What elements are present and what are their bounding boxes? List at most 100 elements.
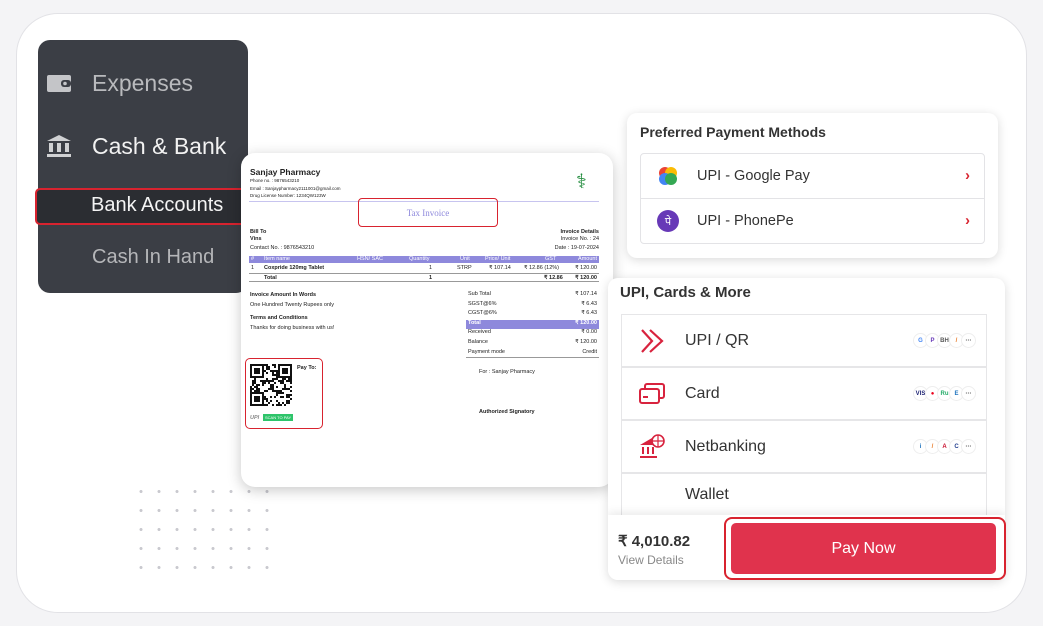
more-icon: ··· — [961, 439, 976, 454]
business-phone: Phone no. : 9876543210 — [250, 178, 300, 183]
col-header: Item name — [264, 256, 290, 262]
drug-license: Drug License Number: 1234QW123W — [250, 193, 326, 198]
customer-contact: Contact No. : 9876543210 — [250, 245, 315, 251]
summary-row: Total ₹ 120.00 — [466, 319, 599, 330]
sidebar-item-cash-in-hand[interactable]: Cash In Hand — [92, 246, 214, 269]
summary-value: ₹ 6.43 — [581, 310, 597, 317]
summary-row: Sub Total ₹ 107.14 — [466, 291, 599, 301]
method-label: UPI / QR — [685, 331, 750, 349]
qr-code-icon — [250, 364, 292, 406]
business-name: Sanjay Pharmacy — [250, 167, 321, 177]
sidebar-item-cash-bank[interactable]: Cash & Bank — [38, 131, 248, 161]
amount-words: One Hundred Twenty Rupees only — [250, 302, 334, 308]
preferred-phonepe[interactable]: पे UPI - PhonePe › — [640, 198, 985, 244]
invoice-preview: Sanjay Pharmacy Phone no. : 9876543210 E… — [241, 153, 613, 487]
terms-label: Terms and Conditions — [250, 315, 308, 321]
summary-row: SGST@6% ₹ 6.43 — [466, 301, 599, 311]
upi-icon — [641, 328, 664, 353]
sidebar-item-expenses[interactable]: Expenses — [38, 68, 248, 98]
summary-label: Received — [468, 329, 491, 336]
summary-value: ₹ 6.43 — [581, 300, 597, 307]
pay-now-label: Pay Now — [831, 539, 896, 557]
summary-value: ₹ 120.00 — [575, 319, 597, 326]
summary-label: Sub Total — [468, 291, 491, 297]
method-label: UPI - Google Pay — [697, 168, 810, 184]
customer-name: Vins — [250, 236, 262, 242]
more-title: UPI, Cards & More — [620, 284, 751, 301]
more-icon: ··· — [961, 333, 976, 348]
method-label: Wallet — [685, 486, 729, 503]
chevron-right-icon: › — [965, 213, 970, 229]
cell: Coxpride 120mg Tablet — [264, 265, 325, 271]
invoice-number: Invoice No. : 24 — [560, 236, 599, 242]
phonepe-icon: पे — [657, 210, 679, 232]
method-card[interactable]: Card VIS ● Ru E ··· — [621, 367, 987, 420]
summary-row: Received ₹ 0.00 — [466, 329, 599, 339]
more-icon: ··· — [961, 386, 976, 401]
summary-value: Credit — [582, 348, 597, 355]
col-header: GST — [545, 256, 557, 262]
business-email: Email : Sanjaypharmacy2111001@gmail.com — [250, 186, 341, 191]
tax-invoice-label: Tax Invoice — [406, 207, 450, 218]
method-label: Netbanking — [685, 437, 766, 455]
col-header: Quantity — [409, 256, 430, 262]
amount-words-label: Invoice Amount In Words — [250, 292, 317, 298]
bank-badges: i / A C ··· — [913, 439, 976, 454]
wallet-icon — [46, 74, 72, 92]
bank-globe-icon — [640, 433, 665, 458]
scan-to-pay-badge: SCAN TO PAY — [263, 414, 294, 421]
bill-to-label: Bill To — [250, 229, 267, 235]
cell: ₹ 12.86 — [544, 275, 563, 281]
sidebar-item-label: Bank Accounts — [91, 194, 224, 216]
pay-to-label: Pay To: — [297, 365, 317, 371]
col-header: HSN/ SAC — [357, 256, 383, 262]
summary-value: ₹ 120.00 — [575, 338, 597, 345]
summary-value: ₹ 107.14 — [575, 291, 597, 297]
google-pay-icon — [659, 167, 677, 185]
preferred-title: Preferred Payment Methods — [640, 124, 826, 140]
cell: 1 — [429, 265, 433, 271]
invoice-details-label: Invoice Details — [560, 229, 599, 235]
cell: Total — [264, 275, 277, 281]
summary-label: CGST@6% — [468, 310, 497, 317]
table-row: 1 Coxpride 120mg Tablet 1 STRP ₹ 107.14 … — [249, 265, 599, 273]
method-netbanking[interactable]: Netbanking i / A C ··· — [621, 420, 987, 473]
preferred-payment-card: Preferred Payment Methods UPI - Google P… — [627, 113, 998, 258]
sidebar-item-bank-accounts[interactable]: Bank Accounts — [35, 188, 250, 225]
total-amount: ₹ 4,010.82 — [618, 533, 691, 550]
bank-icon — [46, 135, 72, 157]
sidebar-item-label: Cash & Bank — [92, 132, 227, 159]
svg-text:पे: पे — [665, 215, 672, 228]
cell: ₹ 12.86 (12%) — [524, 265, 559, 271]
caduceus-logo-icon: ⚕ — [576, 171, 587, 193]
summary-row: Payment mode Credit — [466, 349, 599, 359]
upi-logo: UPI — [250, 415, 260, 421]
view-details-link[interactable]: View Details — [618, 553, 684, 567]
sidebar-item-label: Expenses — [92, 69, 194, 96]
upi-app-badges: G P BH / ··· — [913, 333, 976, 348]
card-badges: VIS ● Ru E ··· — [913, 386, 976, 401]
summary-label: SGST@6% — [468, 300, 497, 307]
cell: ₹ 120.00 — [575, 265, 597, 271]
summary-row: Balance ₹ 120.00 — [466, 339, 599, 349]
method-upi-qr[interactable]: UPI / QR G P BH / ··· — [621, 314, 987, 367]
tax-invoice-title: Tax Invoice — [358, 198, 498, 227]
col-header: Unit — [460, 256, 470, 262]
pay-now-button[interactable]: Pay Now — [731, 523, 996, 574]
for-business: For : Sanjay Pharmacy — [479, 369, 535, 375]
summary-label: Balance — [468, 338, 488, 345]
preferred-google-pay[interactable]: UPI - Google Pay › — [640, 153, 985, 199]
col-header: # — [251, 256, 255, 262]
dot-grid-decoration — [132, 482, 282, 582]
method-label: UPI - PhonePe — [697, 213, 794, 229]
summary-label: Total — [468, 319, 481, 326]
col-header: Amount — [578, 256, 597, 262]
col-header: Price/ Unit — [485, 256, 511, 262]
cell: ₹ 107.14 — [489, 265, 511, 271]
summary-value: ₹ 0.00 — [581, 329, 597, 336]
cell: ₹ 120.00 — [575, 275, 597, 281]
terms-text: Thanks for doing business with us! — [250, 325, 335, 331]
cell: 1 — [251, 265, 255, 271]
cell: STRP — [457, 265, 472, 271]
summary-table: Sub Total ₹ 107.14 SGST@6% ₹ 6.43 CGST@6% ₹ 6… — [466, 291, 599, 359]
